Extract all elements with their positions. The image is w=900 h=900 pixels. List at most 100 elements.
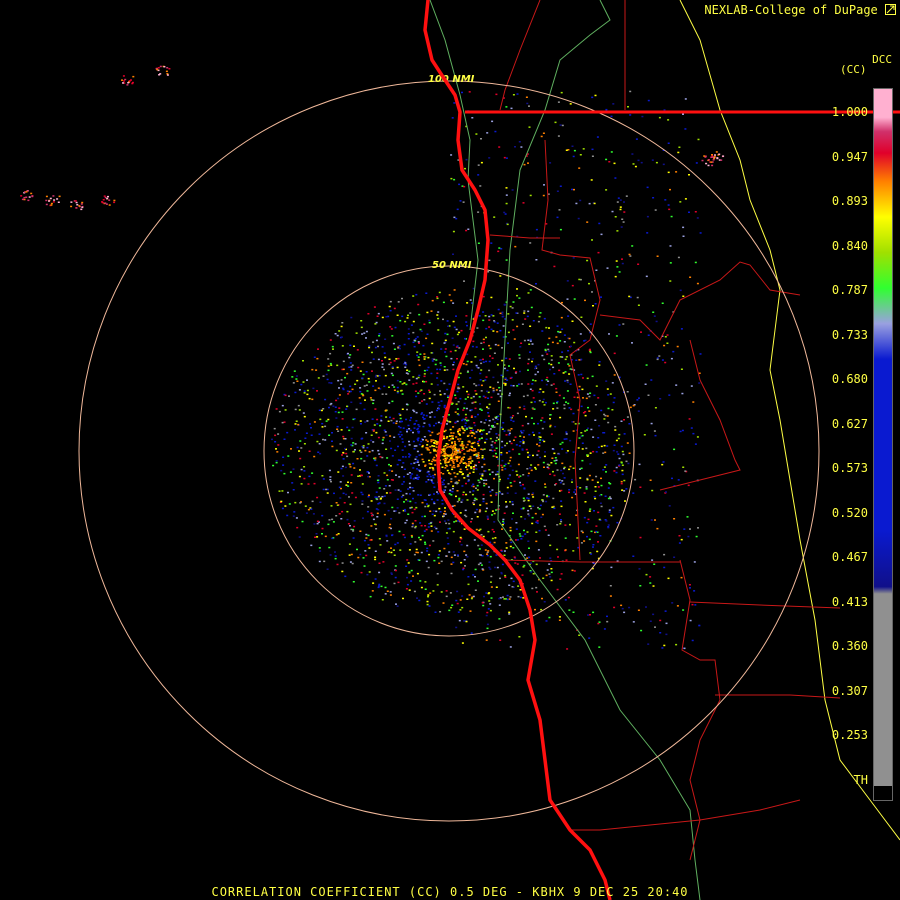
echo-pixel — [505, 259, 508, 261]
echo-pixel — [360, 457, 363, 460]
echo-pixel — [588, 202, 591, 205]
echo-pixel — [448, 460, 451, 463]
echo-pixel — [684, 470, 687, 472]
echo-pixel — [515, 539, 517, 541]
echo-pixel — [391, 366, 394, 368]
echo-pixel — [607, 526, 610, 528]
echo-pixel — [504, 383, 507, 385]
echo-pixel — [563, 477, 566, 479]
echo-pixel — [576, 537, 579, 539]
echo-pixel — [637, 304, 640, 306]
echo-pixel — [408, 589, 411, 591]
echo-pixel — [409, 475, 412, 477]
echo-pixel — [469, 456, 472, 458]
echo-pixel — [546, 494, 549, 497]
echo-pixel — [345, 452, 348, 455]
echo-pixel — [715, 151, 718, 153]
echo-pixel — [451, 487, 454, 490]
echo-pixel — [568, 365, 571, 367]
echo-pixel — [463, 419, 466, 422]
echo-pixel — [454, 411, 457, 413]
echo-pixel — [417, 356, 420, 358]
echo-pixel — [381, 393, 384, 395]
echo-pixel — [489, 603, 492, 605]
echo-pixel — [409, 500, 412, 503]
echo-pixel — [679, 289, 682, 292]
echo-pixel — [573, 491, 576, 493]
echo-pixel — [52, 195, 55, 197]
echo-pixel — [519, 484, 522, 487]
echo-pixel — [403, 508, 406, 511]
echo-pixel — [523, 405, 526, 408]
echo-pixel — [395, 420, 398, 422]
echo-pixel — [431, 481, 433, 483]
echo-pixel — [610, 514, 613, 517]
echo-pixel — [493, 477, 495, 480]
echo-pixel — [477, 452, 480, 454]
echo-pixel — [482, 479, 485, 481]
echo-pixel — [410, 569, 413, 572]
radar-map[interactable]: 100 NMI 50 NMI — [0, 0, 900, 900]
echo-pixel — [470, 409, 473, 411]
echo-pixel — [687, 484, 690, 487]
echo-pixel — [412, 376, 415, 378]
echo-pixel — [489, 555, 492, 558]
echo-pixel — [543, 421, 546, 423]
echo-pixel — [443, 366, 446, 368]
echo-pixel — [321, 527, 324, 530]
echo-pixel — [588, 510, 591, 512]
echo-pixel — [541, 379, 544, 382]
echo-pixel — [342, 492, 345, 495]
echo-pixel — [464, 337, 466, 340]
echo-pixel — [385, 409, 388, 411]
echo-pixel — [461, 499, 464, 501]
echo-pixel — [612, 449, 615, 452]
echo-pixel — [522, 474, 525, 476]
echo-pixel — [652, 197, 655, 199]
echo-pixel — [417, 478, 420, 480]
echo-pixel — [503, 430, 506, 432]
echo-pixel — [452, 432, 455, 434]
echo-pixel — [457, 432, 460, 435]
echo-pixel — [527, 509, 530, 512]
echo-pixel — [412, 409, 415, 411]
echo-pixel — [368, 381, 371, 383]
echo-pixel — [692, 432, 695, 435]
echo-pixel — [394, 489, 397, 491]
echo-pixel — [429, 475, 432, 478]
echo-pixel — [542, 500, 545, 503]
echo-pixel — [458, 331, 461, 334]
echo-pixel — [508, 598, 511, 600]
echo-pixel — [665, 491, 667, 493]
echo-pixel — [588, 395, 591, 398]
echo-pixel — [428, 479, 431, 481]
echo-pixel — [456, 420, 459, 423]
echo-pixel — [639, 486, 642, 488]
echo-pixel — [439, 393, 442, 396]
echo-pixel — [511, 518, 513, 520]
echo-pixel — [274, 434, 277, 437]
echo-pixel — [291, 376, 294, 378]
echo-pixel — [524, 318, 527, 320]
echo-pixel — [375, 508, 378, 510]
echo-pixel — [568, 468, 571, 471]
echo-pixel — [538, 445, 541, 447]
echo-pixel — [500, 426, 503, 429]
echo-pixel — [651, 559, 654, 561]
echo-pixel — [391, 506, 394, 509]
echo-pixel — [481, 457, 484, 459]
echo-pixel — [346, 518, 349, 521]
echo-pixel — [377, 586, 380, 589]
echo-pixel — [450, 299, 453, 302]
echo-pixel — [469, 610, 472, 612]
echo-pixel — [557, 101, 560, 103]
echo-pixel — [390, 372, 393, 375]
echo-pixel — [688, 584, 691, 586]
echo-pixel — [495, 586, 498, 588]
echo-pixel — [433, 459, 436, 461]
echo-pixel — [450, 572, 453, 575]
echo-pixel — [522, 500, 525, 502]
echo-pixel — [444, 507, 446, 509]
echo-pixel — [476, 442, 479, 445]
echo-pixel — [166, 73, 169, 75]
